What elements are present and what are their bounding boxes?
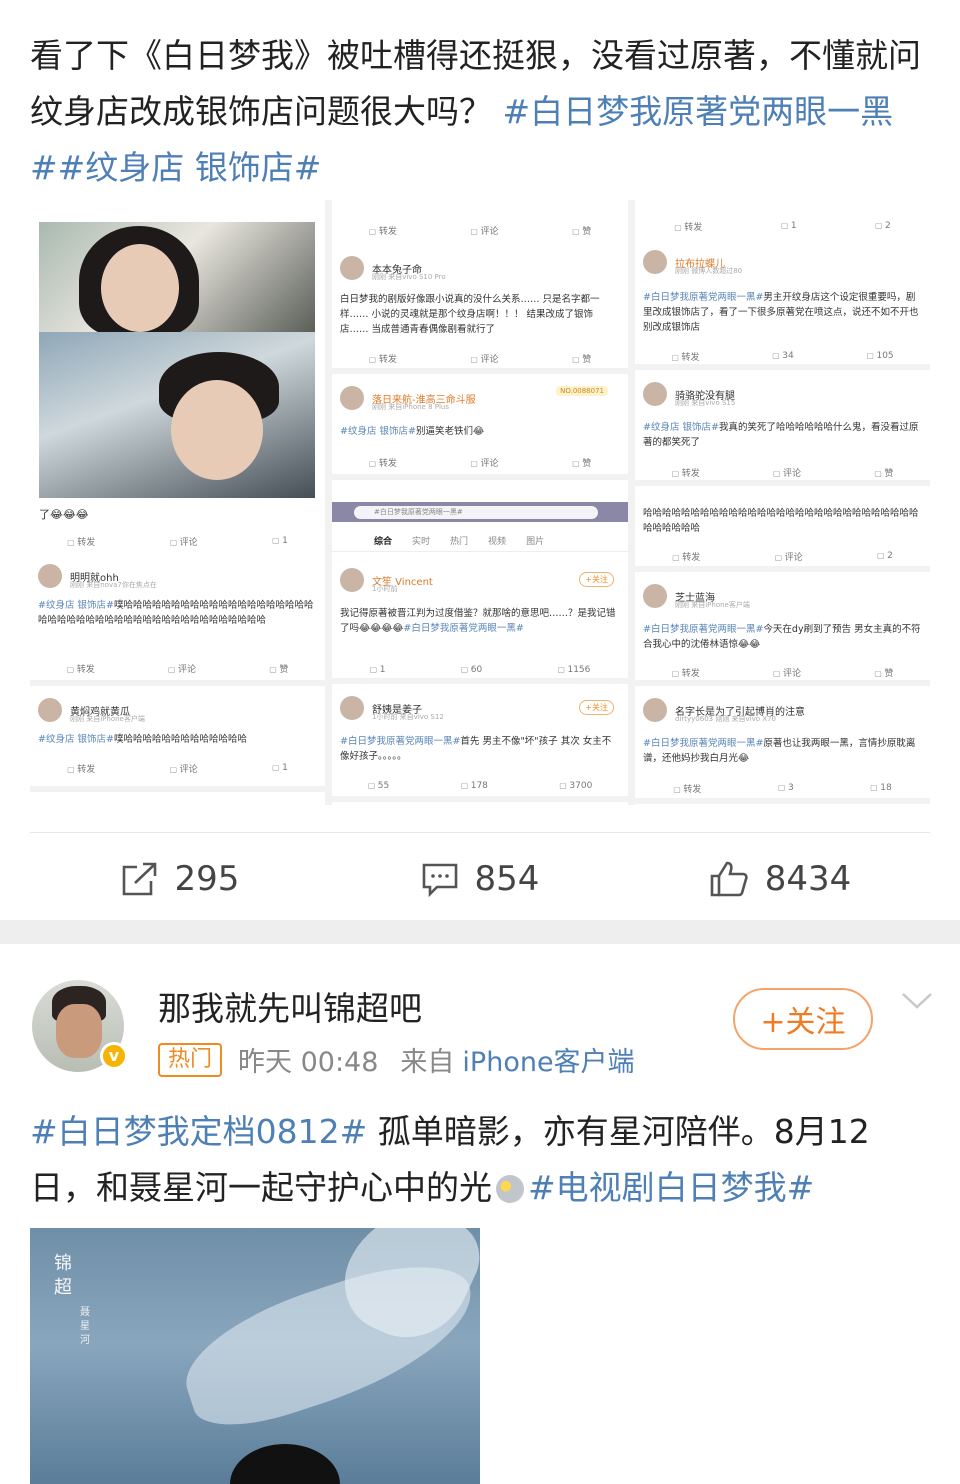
hot-badge: 热门: [158, 1042, 223, 1077]
repost-button[interactable]: 295: [30, 859, 330, 899]
chevron-down-icon[interactable]: [900, 990, 934, 1012]
mini-comment-card: 骑骆驼没有腿 刚刚 来自vivo S15 #纹身店 银饰店#我真的笑死了哈哈哈哈…: [635, 376, 930, 486]
mini-comment-card: 名字长是为了引起博肖的注意 dirtyy0603 刚刚 来自vivo X70 #…: [635, 692, 930, 804]
mini-caption: 了😂😂😂: [39, 508, 89, 521]
mini-comment-card: 芝士蓝海 刚刚 来自iPhone客户端 #白日梦我原著党两眼一黑#今天在dy刷到…: [635, 578, 930, 686]
screenshot-collage[interactable]: 了😂😂😂 转发 评论 1 明明就ohh 刚刚 来自nova7你在焦点在 #纹身店…: [30, 200, 930, 805]
post-action-bar: 295 854 8434: [30, 832, 930, 924]
verified-icon: v: [100, 1042, 128, 1070]
avatar: [38, 698, 62, 722]
source-prefix: 来自: [400, 1047, 455, 1078]
hashtag-link[interactable]: #电视剧白日梦我#: [528, 1168, 814, 1207]
drama-still-image: [39, 222, 315, 336]
comment-button[interactable]: 854: [330, 859, 630, 899]
post-time: 昨天 00:48: [238, 1047, 379, 1078]
mini-comment-card: 本本兔子命 刚刚 来自vivo S10 Pro 白日梦我的剧版好像跟小说真的没什…: [332, 250, 628, 374]
avatar: [38, 564, 62, 588]
username[interactable]: 那我就先叫锦超吧: [158, 982, 422, 1030]
follow-button[interactable]: +关注: [733, 988, 873, 1050]
like-button[interactable]: 8434: [630, 859, 930, 899]
mini-comment-card: 文笙 Vincent 1小时前 +关注 我记得原著被晋江判为过度借鉴？就那啥的意…: [332, 562, 628, 684]
search-bar: #白日梦我原著党两眼一黑#: [332, 502, 628, 522]
mini-comment-card: 舒姨是姜子 1小时前 来自vivo S12 +关注 #白日梦我原著党两眼一黑#首…: [332, 690, 628, 802]
collage-column-right: 转发 1 2 拉布拉蝶儿 刚刚 微博人数超过80 #白日梦我原著党两眼一黑#男主…: [635, 200, 930, 805]
collage-column-middle: 转发 评论 赞 本本兔子命 刚刚 来自vivo S10 Pro 白日梦我的剧版好…: [332, 200, 628, 805]
fan-badge: NO.0088071: [556, 386, 608, 396]
post-text: #白日梦我定档0812# 孤单暗影，亦有星河陪伴。8月12日，和聂星河一起守护心…: [30, 1104, 930, 1216]
repost-icon: [122, 862, 156, 895]
drama-still-image: [39, 332, 315, 498]
mini-action-bar: 转发 评论 1: [30, 533, 325, 549]
hashtag-link[interactable]: #白日梦我定档0812#: [30, 1112, 367, 1151]
avatar: [643, 698, 667, 722]
source-link[interactable]: iPhone客户端: [462, 1040, 634, 1079]
search-tabs: 综合 实时 热门 视频 图片: [332, 530, 628, 552]
mini-comment-card: 哈哈哈哈哈哈哈哈哈哈哈哈哈哈哈哈哈哈哈哈哈哈哈哈哈哈哈哈哈哈哈哈哈哈哈 转发 评…: [635, 492, 930, 572]
post-image[interactable]: 锦超 聂星河: [30, 1228, 480, 1484]
collage-column-left: 了😂😂😂 转发 评论 1 明明就ohh 刚刚 来自nova7你在焦点在 #纹身店…: [30, 200, 325, 805]
mini-action-bar: 转发 1 2: [635, 218, 930, 234]
avatar: [643, 250, 667, 274]
avatar: [340, 696, 364, 720]
like-icon: [710, 861, 748, 896]
mini-action-bar: 转发 评论 赞: [332, 222, 628, 238]
ultraman-emoji-icon: [496, 1175, 524, 1203]
poster-title: 锦超: [54, 1253, 72, 1298]
mini-comment-card: 黄焖鸡就黄瓜 刚刚 来自iPhone客户端 #纹身店 银饰店#噗哈哈哈哈哈哈哈哈…: [30, 692, 325, 792]
post-meta: 热门 昨天 00:48 来自 iPhone客户端: [158, 1040, 635, 1079]
avatar: [340, 386, 364, 410]
mini-comment-card: 拉布拉蝶儿 刚刚 微博人数超过80 #白日梦我原著党两眼一黑#男主开纹身店这个设…: [635, 244, 930, 370]
avatar: [643, 584, 667, 608]
avatar: [643, 382, 667, 406]
mini-comment-card: 明明就ohh 刚刚 来自nova7你在焦点在 #纹身店 银饰店#噗哈哈哈哈哈哈哈…: [30, 558, 325, 686]
post-text: 看了下《白日梦我》被吐槽得还挺狠，没看过原著，不懂就问纹身店改成银饰店问题很大吗…: [30, 28, 930, 196]
poster-figure: [230, 1444, 340, 1484]
avatar: [340, 256, 364, 280]
comment-icon: [422, 863, 457, 897]
mini-comment-card: 落日来航-淮高三命斗服 刚刚 来自iPhone 8 Plus NO.008807…: [332, 380, 628, 480]
avatar: [340, 568, 364, 592]
poster-subtitle: 聂星河: [80, 1307, 90, 1346]
feed-divider: [0, 920, 960, 944]
